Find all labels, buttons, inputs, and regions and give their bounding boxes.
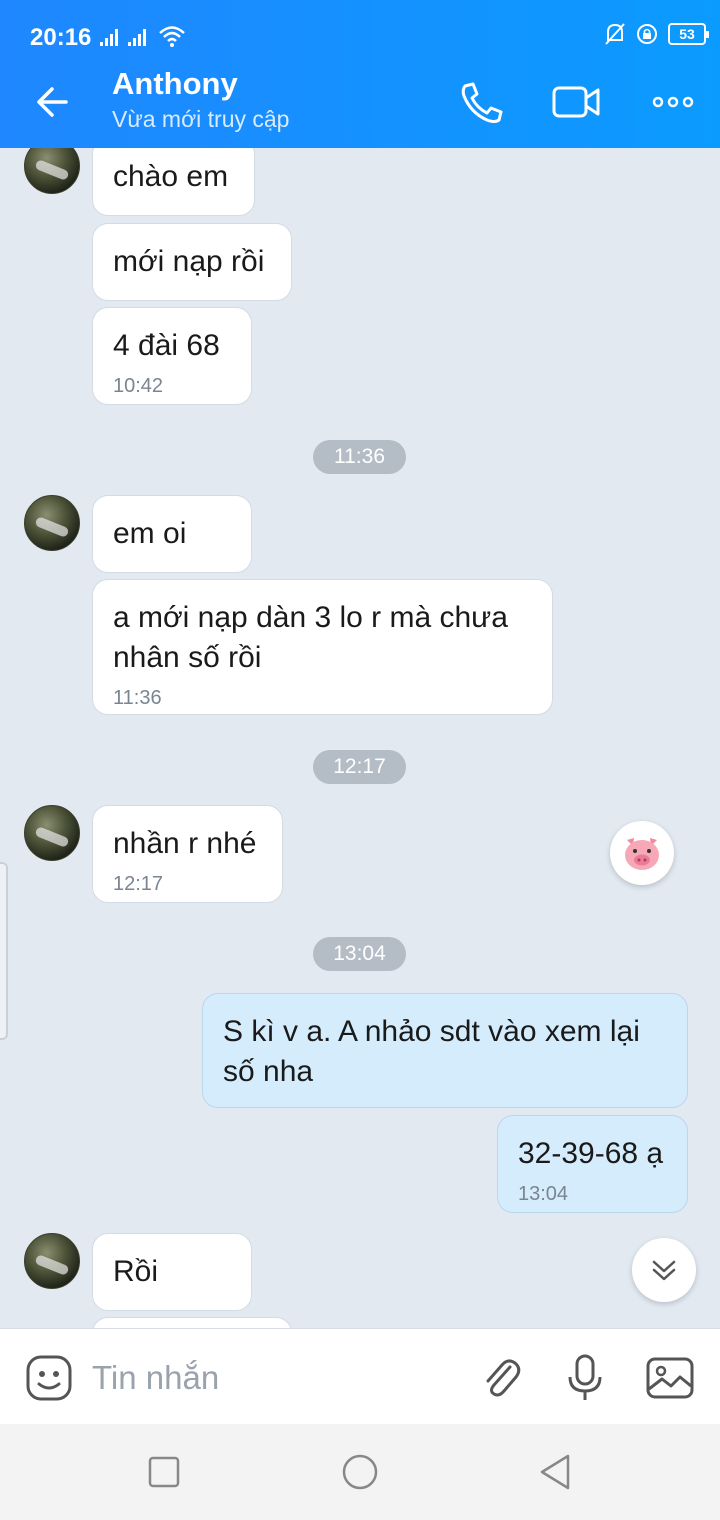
avatar[interactable] — [24, 148, 80, 194]
attach-icon[interactable] — [476, 1353, 526, 1403]
app-header: 20:16 53 Anthony Vừa mới truy cập — [0, 0, 720, 148]
chat-area[interactable]: chào em mới nạp rồi 4 đài 68 10:42 11:36… — [0, 148, 720, 1328]
time-divider: 13:04 — [313, 937, 406, 971]
phone-icon[interactable] — [455, 78, 507, 126]
side-handle[interactable] — [0, 862, 8, 1040]
message-composer: Tin nhắn — [0, 1328, 720, 1424]
message-bubble[interactable]: 4 đài 68 10:42 — [92, 307, 252, 405]
signal-icon — [100, 28, 118, 46]
message-bubble-partial[interactable] — [92, 1317, 292, 1328]
status-bar: 20:16 53 — [0, 0, 720, 54]
more-icon[interactable] — [648, 78, 700, 126]
reaction-button[interactable] — [610, 821, 674, 885]
scroll-down-button[interactable] — [632, 1238, 696, 1302]
message-bubble[interactable]: a mới nạp dàn 3 lo r mà chưa nhân số rồi… — [92, 579, 553, 715]
mic-icon[interactable] — [560, 1353, 610, 1403]
time-divider: 11:36 — [313, 440, 406, 474]
contact-status: Vừa mới truy cập — [112, 106, 290, 132]
status-time: 20:16 — [30, 24, 92, 51]
signal-icon — [128, 28, 146, 46]
system-nav-bar — [0, 1424, 720, 1520]
battery-indicator: 53 — [668, 23, 709, 45]
pig-emoji-icon — [625, 838, 659, 870]
scroll-down-icon — [652, 1260, 676, 1281]
back-arrow-icon[interactable] — [32, 80, 76, 124]
message-bubble[interactable]: em oi — [92, 495, 252, 573]
avatar[interactable] — [24, 805, 80, 861]
mute-bell-icon — [605, 23, 625, 45]
rotation-lock-icon — [637, 24, 657, 44]
video-icon[interactable] — [550, 78, 602, 126]
back-nav-icon[interactable] — [536, 1452, 576, 1492]
message-bubble[interactable]: mới nạp rồi — [92, 223, 292, 301]
image-icon[interactable] — [645, 1353, 695, 1403]
avatar[interactable] — [24, 495, 80, 551]
message-bubble[interactable]: chào em — [92, 148, 255, 216]
message-bubble[interactable]: Rồi — [92, 1233, 252, 1311]
time-divider: 12:17 — [313, 750, 406, 784]
contact-name: Anthony — [112, 66, 238, 101]
wifi-icon — [159, 26, 185, 47]
recent-apps-icon[interactable] — [144, 1452, 184, 1492]
message-bubble-sent[interactable]: 32-39-68 ạ 13:04 — [497, 1115, 688, 1213]
message-input[interactable]: Tin nhắn — [92, 1359, 219, 1397]
avatar[interactable] — [24, 1233, 80, 1289]
home-icon[interactable] — [340, 1452, 380, 1492]
message-bubble[interactable]: nhần r nhé 12:17 — [92, 805, 283, 903]
emoji-icon[interactable] — [24, 1353, 74, 1403]
message-bubble-sent[interactable]: S kì v a. A nhảo sdt vào xem lại số nha — [202, 993, 688, 1108]
